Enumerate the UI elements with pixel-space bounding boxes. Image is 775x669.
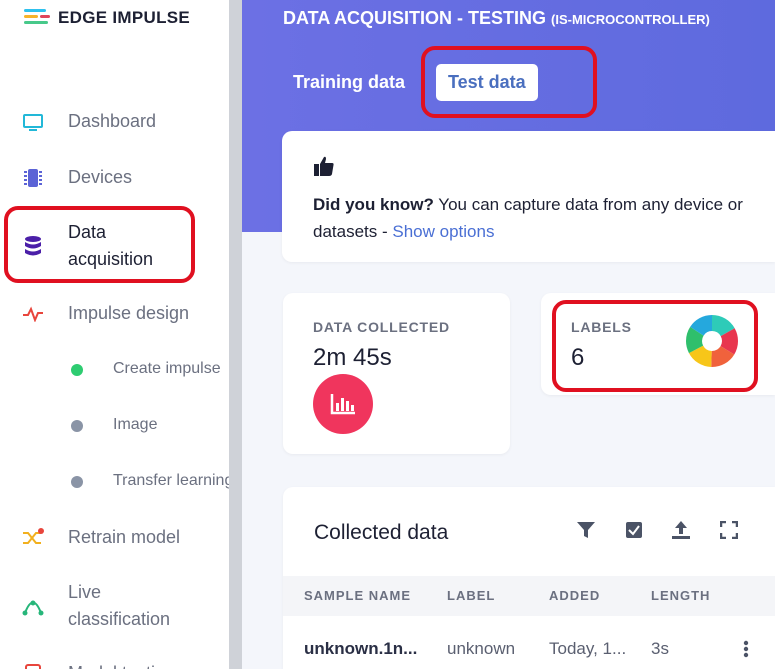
edge-impulse-logo-icon bbox=[24, 8, 50, 28]
checkbox-icon[interactable] bbox=[623, 519, 645, 541]
sidebar-item-label: Model testing bbox=[68, 660, 175, 669]
sidebar: EDGE IMPULSE Dashboard Devices Data acqu… bbox=[0, 0, 229, 669]
sample-added: Today, 1... bbox=[549, 639, 627, 658]
sidebar-item-label: Live classification bbox=[68, 582, 171, 629]
tip-text: Did you know? You can capture data from … bbox=[313, 191, 775, 245]
thumbs-up-icon bbox=[313, 155, 335, 182]
status-dot-icon bbox=[71, 476, 83, 488]
bar-chart-icon bbox=[313, 374, 373, 434]
brand-logo[interactable]: EDGE IMPULSE bbox=[24, 8, 190, 28]
sidebar-item-label: Devices bbox=[68, 167, 133, 187]
sidebar-scrollbar[interactable] bbox=[229, 0, 242, 669]
column-label[interactable]: LABEL bbox=[447, 588, 495, 603]
brand-name: EDGE IMPULSE bbox=[58, 8, 191, 27]
annotation-labels-card bbox=[552, 300, 758, 392]
sidebar-item-label: Dashboard bbox=[68, 111, 157, 131]
collected-data-title: Collected data bbox=[314, 521, 449, 544]
sidebar-item-label: Impulse design bbox=[68, 303, 190, 323]
annotation-test-data-tab bbox=[421, 46, 597, 118]
page-title-text: DATA ACQUISITION - TESTING bbox=[283, 8, 546, 28]
column-length[interactable]: LENGTH bbox=[651, 588, 710, 603]
shuffle-icon bbox=[22, 526, 44, 548]
show-options-link[interactable]: Show options bbox=[392, 222, 494, 241]
table-header: SAMPLE NAME LABEL ADDED LENGTH bbox=[283, 576, 775, 616]
more-options-icon[interactable] bbox=[743, 640, 749, 663]
tip-heading: Did you know? bbox=[313, 195, 434, 214]
tip-body-2: datasets - bbox=[313, 222, 393, 241]
pulse-icon bbox=[22, 303, 44, 325]
tip-card: Did you know? You can capture data from … bbox=[282, 131, 775, 262]
annotation-data-acquisition bbox=[4, 206, 195, 283]
data-collected-card: DATA COLLECTED 2m 45s bbox=[283, 293, 510, 454]
sidebar-item-label: Retrain model bbox=[68, 527, 181, 547]
status-dot-icon bbox=[71, 364, 83, 376]
data-collected-value: 2m 45s bbox=[313, 344, 392, 371]
project-name: (IS-MICROCONTROLLER) bbox=[551, 12, 710, 27]
data-collected-label: DATA COLLECTED bbox=[313, 319, 450, 335]
column-added[interactable]: ADDED bbox=[549, 588, 600, 603]
page-title: DATA ACQUISITION - TESTING (IS-MICROCONT… bbox=[283, 8, 710, 29]
expand-icon[interactable] bbox=[718, 519, 740, 541]
monitor-icon bbox=[22, 112, 44, 134]
column-sample-name[interactable]: SAMPLE NAME bbox=[304, 588, 411, 603]
tip-body: You can capture data from any device or bbox=[433, 195, 743, 214]
collected-data-card: Collected data SAMPLE NAME LABEL ADDED L… bbox=[283, 487, 775, 669]
chip-icon bbox=[22, 167, 44, 189]
sidebar-subitem-label: Transfer learning bbox=[113, 472, 229, 489]
sample-length: 3s bbox=[651, 639, 669, 658]
sidebar-subitem-label: Image bbox=[113, 416, 158, 433]
filter-icon[interactable] bbox=[575, 519, 597, 541]
flask-icon bbox=[22, 662, 44, 669]
sample-name[interactable]: unknown.1n... bbox=[304, 639, 417, 659]
upload-icon[interactable] bbox=[670, 519, 692, 541]
tree-icon bbox=[22, 595, 44, 617]
tab-training-data[interactable]: Training data bbox=[293, 72, 405, 93]
sample-label: unknown bbox=[447, 639, 516, 658]
status-dot-icon bbox=[71, 420, 83, 432]
sidebar-subitem-label: Create impulse bbox=[113, 360, 221, 377]
